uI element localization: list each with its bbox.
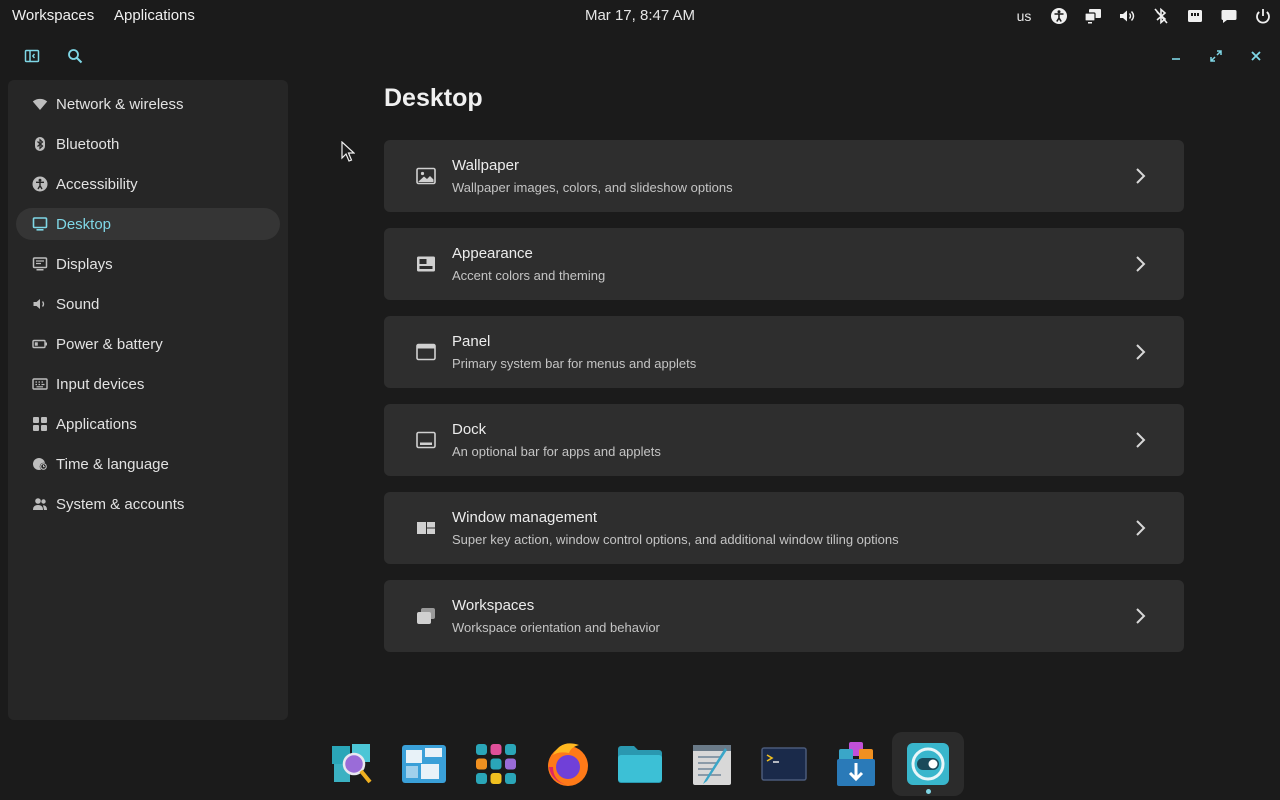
card-description: Workspace orientation and behavior bbox=[452, 620, 660, 635]
applications-menu[interactable]: Applications bbox=[114, 7, 195, 24]
sidebar-item-label: Displays bbox=[56, 255, 113, 273]
card-workspaces[interactable]: Workspaces Workspace orientation and beh… bbox=[384, 580, 1184, 652]
firefox-icon[interactable] bbox=[542, 738, 594, 790]
bluetooth-icon bbox=[32, 136, 48, 152]
sidebar-item-bluetooth[interactable]: Bluetooth bbox=[16, 128, 280, 160]
sidebar-item-label: Accessibility bbox=[56, 175, 138, 193]
panel-icon bbox=[416, 342, 436, 362]
chevron-right-icon bbox=[1130, 342, 1150, 362]
card-title: Window management bbox=[452, 509, 598, 526]
card-panel[interactable]: Panel Primary system bar for menus and a… bbox=[384, 316, 1184, 388]
sidebar-item-desktop[interactable]: Desktop bbox=[16, 208, 280, 240]
keyboard-layout-indicator[interactable]: us bbox=[1006, 0, 1042, 32]
search-icon[interactable] bbox=[63, 44, 87, 68]
chevron-right-icon bbox=[1130, 518, 1150, 538]
workspaces-menu[interactable]: Workspaces bbox=[12, 7, 94, 24]
sidebar-item-label: Network & wireless bbox=[56, 95, 184, 113]
card-description: An optional bar for apps and applets bbox=[452, 444, 661, 459]
sidebar-item-label: Sound bbox=[56, 295, 100, 313]
files-icon[interactable] bbox=[614, 738, 666, 790]
sidebar-item-time-language[interactable]: Time & language bbox=[16, 448, 280, 480]
speaker-icon bbox=[32, 296, 48, 312]
accessibility-icon[interactable] bbox=[1042, 0, 1076, 32]
desktop-icon bbox=[32, 216, 48, 232]
top-panel: Workspaces Applications Mar 17, 8:47 AM … bbox=[0, 0, 1280, 32]
card-title: Workspaces bbox=[452, 597, 535, 614]
card-window-management[interactable]: Window management Super key action, wind… bbox=[384, 492, 1184, 564]
card-description: Primary system bar for menus and applets bbox=[452, 356, 697, 371]
notifications-icon[interactable] bbox=[1212, 0, 1246, 32]
sidebar-item-label: System & accounts bbox=[56, 495, 185, 513]
store-icon[interactable] bbox=[830, 738, 882, 790]
sidebar-item-accessibility[interactable]: Accessibility bbox=[16, 168, 280, 200]
sidebar-item-label: Bluetooth bbox=[56, 135, 120, 153]
sidebar-item-applications[interactable]: Applications bbox=[16, 408, 280, 440]
wifi-icon bbox=[32, 96, 48, 112]
terminal-icon[interactable] bbox=[758, 738, 810, 790]
sidebar-item-network-wireless[interactable]: Network & wireless bbox=[16, 88, 280, 120]
card-description: Super key action, window control options… bbox=[452, 532, 899, 547]
globe-clock-icon bbox=[32, 456, 48, 472]
network-icon[interactable] bbox=[1178, 0, 1212, 32]
card-dock[interactable]: Dock An optional bar for apps and applet… bbox=[384, 404, 1184, 476]
accessibility-icon bbox=[32, 176, 48, 192]
text-editor-icon[interactable] bbox=[686, 738, 738, 790]
sidebar-item-label: Desktop bbox=[56, 215, 112, 233]
sidebar-item-label: Time & language bbox=[56, 455, 169, 473]
sidebar-item-label: Power & battery bbox=[56, 335, 163, 353]
bluetooth-off-icon[interactable] bbox=[1144, 0, 1178, 32]
card-appearance[interactable]: Appearance Accent colors and theming bbox=[384, 228, 1184, 300]
minimize-icon[interactable] bbox=[1164, 44, 1188, 68]
sidebar-item-system-accounts[interactable]: System & accounts bbox=[16, 488, 280, 520]
sidebar-item-label: Applications bbox=[56, 415, 137, 433]
image-icon bbox=[416, 166, 436, 186]
keyboard-icon bbox=[32, 376, 48, 392]
running-indicator bbox=[926, 789, 931, 794]
users-icon bbox=[32, 496, 48, 512]
volume-icon[interactable] bbox=[1110, 0, 1144, 32]
settings-icon[interactable] bbox=[902, 738, 954, 790]
appearance-icon bbox=[416, 254, 436, 274]
dock-icon bbox=[416, 430, 436, 450]
launcher-icon[interactable] bbox=[326, 738, 378, 790]
sidebar-toggle-icon[interactable] bbox=[20, 44, 44, 68]
maximize-icon[interactable] bbox=[1204, 44, 1228, 68]
sidebar-item-power-battery[interactable]: Power & battery bbox=[16, 328, 280, 360]
workspaces-overview-icon[interactable] bbox=[398, 738, 450, 790]
display-icon bbox=[32, 256, 48, 272]
app-library-icon[interactable] bbox=[470, 738, 522, 790]
power-icon[interactable] bbox=[1246, 0, 1280, 32]
chevron-right-icon bbox=[1130, 254, 1150, 274]
chevron-right-icon bbox=[1130, 166, 1150, 186]
card-title: Appearance bbox=[452, 245, 533, 262]
window-management-icon bbox=[416, 518, 436, 538]
card-title: Dock bbox=[452, 421, 487, 438]
chevron-right-icon bbox=[1130, 430, 1150, 450]
mouse-cursor-icon bbox=[341, 140, 356, 168]
settings-sidebar: Network & wireless Bluetooth Accessibili… bbox=[8, 80, 288, 720]
sidebar-item-label: Input devices bbox=[56, 375, 145, 393]
sidebar-item-displays[interactable]: Displays bbox=[16, 248, 280, 280]
card-title: Panel bbox=[452, 333, 491, 350]
apps-grid-icon bbox=[32, 416, 48, 432]
card-title: Wallpaper bbox=[452, 157, 519, 174]
battery-icon bbox=[32, 336, 48, 352]
workspaces-icon bbox=[416, 606, 436, 626]
displays-icon[interactable] bbox=[1076, 0, 1110, 32]
card-description: Wallpaper images, colors, and slideshow … bbox=[452, 180, 733, 195]
sidebar-item-input-devices[interactable]: Input devices bbox=[16, 368, 280, 400]
system-tray: us bbox=[1006, 0, 1280, 32]
close-icon[interactable] bbox=[1244, 44, 1268, 68]
clock[interactable]: Mar 17, 8:47 AM bbox=[585, 7, 695, 24]
chevron-right-icon bbox=[1130, 606, 1150, 626]
sidebar-item-sound[interactable]: Sound bbox=[16, 288, 280, 320]
page-title: Desktop bbox=[384, 84, 483, 112]
card-description: Accent colors and theming bbox=[452, 268, 606, 283]
card-wallpaper[interactable]: Wallpaper Wallpaper images, colors, and … bbox=[384, 140, 1184, 212]
